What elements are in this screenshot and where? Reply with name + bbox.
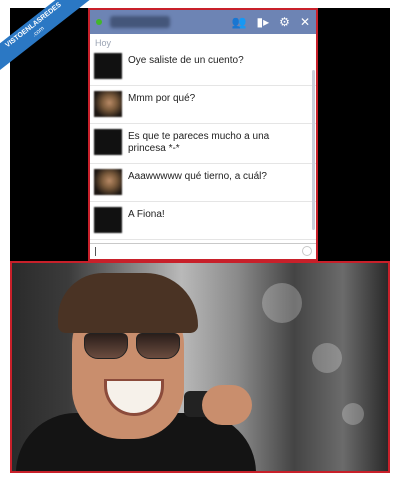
online-status-icon [96,19,102,25]
video-call-icon[interactable]: ▮▸ [257,10,270,34]
message-text: A Fiona! [128,209,165,220]
close-icon[interactable]: ✕ [300,10,310,34]
message-text: Aaawwwww qué tierno, a cuál? [128,171,267,182]
sunglasses-lens [136,333,180,359]
sunglasses-lens [84,333,128,359]
chat-message: Aaawwwww qué tierno, a cuál? [90,164,316,202]
day-label: Hoy [95,38,112,48]
chat-scrollbar[interactable] [312,70,315,230]
sunglasses [84,333,184,359]
background-bokeh [262,283,302,323]
man-hair [58,273,198,333]
chat-message: Es que te pareces mucho a una princesa *… [90,124,316,164]
chat-message: Mmm por qué? [90,86,316,124]
background-bokeh [312,343,342,373]
add-friend-icon[interactable]: 👥 [232,10,247,34]
background-bokeh [342,403,364,425]
chat-contact-name-blurred[interactable] [110,16,170,28]
chat-window: 👥 ▮▸ ⚙ ✕ Hoy Oye saliste de un cuento? M… [88,8,318,261]
emoji-icon[interactable] [302,246,312,256]
text-caret [95,247,96,256]
chat-message: Oye saliste de un cuento? [90,48,316,86]
message-input[interactable] [90,243,316,259]
reaction-photo [10,261,390,473]
pointing-hand [202,385,252,425]
chat-header[interactable]: 👥 ▮▸ ⚙ ✕ [90,10,316,34]
settings-gear-icon[interactable]: ⚙ [279,10,290,34]
chat-header-actions: 👥 ▮▸ ⚙ ✕ [232,10,310,34]
message-text: Mmm por qué? [128,93,196,104]
avatar[interactable] [94,129,122,155]
avatar[interactable] [94,169,122,195]
message-text: Oye saliste de un cuento? [128,55,244,66]
message-text: Es que te pareces mucho a una princesa *… [128,131,270,154]
avatar[interactable] [94,207,122,233]
avatar[interactable] [94,91,122,117]
avatar[interactable] [94,53,122,79]
chat-message: A Fiona! [90,202,316,240]
